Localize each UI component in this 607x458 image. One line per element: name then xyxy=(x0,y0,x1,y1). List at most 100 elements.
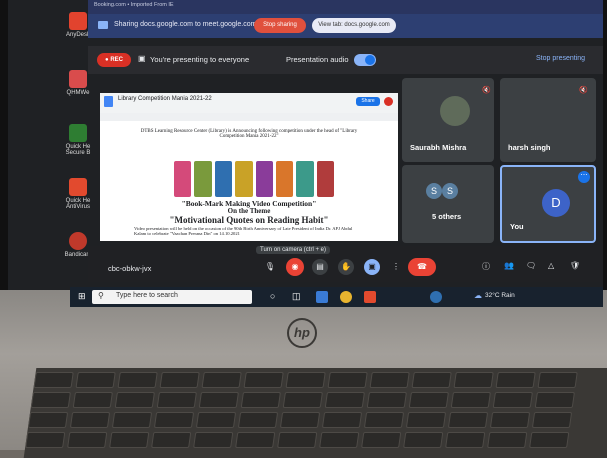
key xyxy=(529,432,570,448)
key xyxy=(495,372,536,388)
key xyxy=(114,392,155,408)
key xyxy=(156,392,197,408)
more-options-button[interactable]: ⋮ xyxy=(388,259,404,275)
mic-off-icon: 🔇 xyxy=(579,87,588,94)
chrome-icon[interactable] xyxy=(340,291,352,303)
info-icon[interactable]: ⓘ xyxy=(482,261,490,272)
view-tab-button[interactable]: View tab: docs.google.com xyxy=(312,18,396,33)
captions-button[interactable]: ▤ xyxy=(312,259,328,275)
key xyxy=(193,432,234,448)
key xyxy=(117,372,158,388)
participant-tile-others[interactable]: S S 5 others xyxy=(402,165,494,243)
document-intro: DTBS Learning Resource Center (Library) … xyxy=(140,129,358,139)
key xyxy=(321,412,363,428)
participant-photo xyxy=(440,96,470,126)
presentation-audio-toggle[interactable] xyxy=(354,54,376,66)
key xyxy=(235,432,276,448)
recording-badge: ● REC xyxy=(97,53,131,67)
key xyxy=(531,412,573,428)
desktop-icon-label: QHMWe xyxy=(66,90,90,96)
participant-tile-you[interactable]: ⋯ D You xyxy=(500,165,596,243)
task-view-icon[interactable]: ◫ xyxy=(292,291,301,302)
key xyxy=(25,432,66,448)
key xyxy=(279,412,321,428)
bookmark-photo xyxy=(275,161,294,197)
host-controls-icon[interactable]: 🛡 xyxy=(570,261,580,270)
raise-hand-button[interactable]: ✋ xyxy=(338,259,354,275)
key xyxy=(75,372,116,388)
brave-icon[interactable] xyxy=(364,291,376,303)
leave-call-button[interactable]: ☎ xyxy=(408,258,436,276)
more-options-icon[interactable]: ⋯ xyxy=(578,171,590,183)
desktop-icon-label: AnyDesk xyxy=(65,32,90,38)
key xyxy=(324,392,365,408)
google-docs-icon xyxy=(104,96,113,107)
key xyxy=(492,392,533,408)
stop-sharing-button[interactable]: Stop sharing xyxy=(254,18,306,33)
desktop-icon-quickheal-secure[interactable]: Quick He Secure B xyxy=(60,124,96,156)
key xyxy=(487,432,528,448)
key xyxy=(30,392,71,408)
more-vert-icon: ⋮ xyxy=(392,262,400,271)
participant-initial: S xyxy=(426,183,442,199)
activities-icon[interactable]: △ xyxy=(548,261,554,270)
present-now-button[interactable]: ▣ xyxy=(364,259,380,275)
participant-tile-saurabh[interactable]: Saurabh Mishra xyxy=(402,78,494,162)
windows-start-icon[interactable]: ⊞ xyxy=(78,291,86,302)
bookmark-photo xyxy=(194,161,212,197)
share-status-text: Sharing docs.google.com to meet.google.c… xyxy=(114,21,257,28)
globe-icon xyxy=(69,124,87,142)
desktop-icon-quickheal-antivirus[interactable]: Quick He AntiVirus xyxy=(60,178,96,210)
key xyxy=(405,412,447,428)
key xyxy=(445,432,486,448)
meeting-code: cbc-obkw-jvx xyxy=(108,264,152,273)
presentation-audio-label: Presentation audio xyxy=(286,55,349,64)
key xyxy=(489,412,531,428)
bookmark-photo xyxy=(255,161,273,197)
key xyxy=(33,372,74,388)
presenting-label: You're presenting to everyone xyxy=(150,55,250,64)
stop-presenting-button[interactable]: Stop presenting xyxy=(536,55,585,62)
key xyxy=(453,372,494,388)
key xyxy=(201,372,242,388)
bookmark-photos xyxy=(174,161,334,197)
search-placeholder: Type here to search xyxy=(116,292,178,299)
key xyxy=(534,392,575,408)
participant-name: You xyxy=(510,222,524,231)
key xyxy=(198,392,239,408)
key xyxy=(361,432,402,448)
document-body: Video presentation will be held on the o… xyxy=(134,226,353,236)
present-icon: ▣ xyxy=(368,262,376,271)
key xyxy=(153,412,195,428)
participant-initial: S xyxy=(442,183,458,199)
participant-tile-harsh[interactable]: 🔇 harsh singh xyxy=(500,78,596,162)
document-heading-theme: On the Theme xyxy=(227,207,271,215)
key-row xyxy=(27,412,573,428)
key xyxy=(67,432,108,448)
camera-button[interactable]: ◉ xyxy=(286,258,304,276)
participant-name: Saurabh Mishra xyxy=(410,143,467,152)
search-icon: ⚲ xyxy=(98,291,104,300)
camera-tooltip: Turn on camera (ctrl + e) xyxy=(256,246,330,254)
bookmarks-bar-text: Booking.com • Imported From IE xyxy=(94,2,174,8)
recording-label: REC xyxy=(110,57,123,63)
key xyxy=(537,372,578,388)
key xyxy=(408,392,449,408)
weather-text: 32°C Rain xyxy=(485,292,515,299)
key xyxy=(277,432,318,448)
key xyxy=(366,392,407,408)
document-page: DTBS Learning Resource Center (Library) … xyxy=(110,125,388,241)
key xyxy=(111,412,153,428)
quickheal-icon xyxy=(69,178,87,196)
app-taskbar-icon[interactable] xyxy=(430,291,442,303)
chat-icon[interactable]: 🗨 xyxy=(526,261,536,270)
people-icon[interactable]: 👥 xyxy=(504,261,514,270)
microphone-button[interactable]: 🎙 xyxy=(262,259,278,275)
key xyxy=(447,412,489,428)
cortana-icon[interactable]: ○ xyxy=(270,291,275,301)
key-row xyxy=(33,372,578,388)
edge-icon[interactable] xyxy=(316,291,328,303)
docs-share-button[interactable]: Share xyxy=(356,97,380,106)
key xyxy=(240,392,281,408)
key xyxy=(27,412,69,428)
